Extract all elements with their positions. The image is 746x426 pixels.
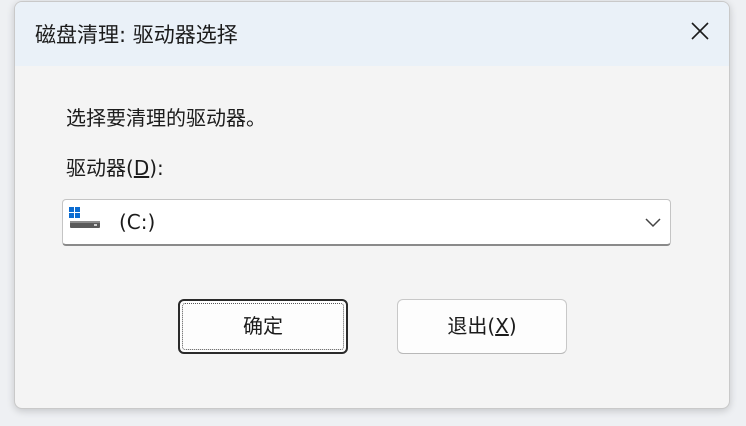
disk-cleanup-dialog: 磁盘清理: 驱动器选择 选择要清理的驱动器。 驱动器(D): (C:) 确定 退… xyxy=(14,1,730,409)
drive-label-prefix: 驱动器( xyxy=(66,156,134,180)
ok-button-label: 确定 xyxy=(243,314,283,338)
close-button[interactable] xyxy=(685,16,715,46)
exit-button-suffix: ) xyxy=(508,314,517,338)
window-title: 磁盘清理: 驱动器选择 xyxy=(35,23,238,47)
drive-label: 驱动器(D): xyxy=(66,152,164,181)
drive-label-mnemonic: D xyxy=(133,156,150,180)
drive-select[interactable]: (C:) xyxy=(62,199,671,246)
selected-drive: (C:) xyxy=(119,210,156,234)
exit-button[interactable]: 退出(X) xyxy=(397,299,567,354)
chevron-down-icon xyxy=(645,218,661,228)
close-icon xyxy=(691,22,709,40)
instruction-text: 选择要清理的驱动器。 xyxy=(66,106,266,130)
drive-icon xyxy=(69,207,100,228)
ok-button[interactable]: 确定 xyxy=(178,299,348,354)
title-bar[interactable]: 磁盘清理: 驱动器选择 xyxy=(15,2,729,66)
drive-label-suffix: ): xyxy=(149,156,164,180)
exit-button-mnemonic: X xyxy=(495,314,509,338)
exit-button-prefix: 退出( xyxy=(447,314,496,338)
